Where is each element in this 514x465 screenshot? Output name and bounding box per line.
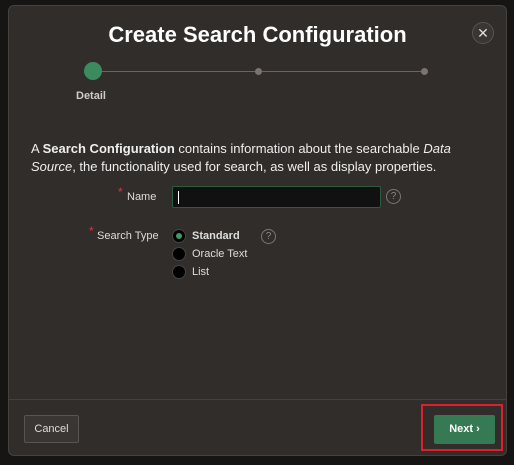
radio-label-list[interactable]: List <box>192 266 209 278</box>
wizard-step-label: Detail <box>76 90 106 102</box>
wizard-step-3-dot <box>421 68 428 75</box>
wizard-step-2-dot <box>255 68 262 75</box>
text-caret <box>178 191 179 204</box>
radio-standard[interactable] <box>172 229 186 243</box>
name-input[interactable] <box>172 186 381 208</box>
desc-bold: Search Configuration <box>42 141 175 156</box>
required-marker: * <box>89 224 94 238</box>
dialog-title: Create Search Configuration <box>108 22 407 47</box>
highlight-box <box>421 404 503 451</box>
name-label: Name <box>127 191 157 203</box>
help-icon[interactable]: ? <box>386 189 401 204</box>
radio-label-oracle-text[interactable]: Oracle Text <box>192 248 247 260</box>
desc-text: contains information about the searchabl… <box>174 141 424 156</box>
radio-label-standard[interactable]: Standard <box>192 230 240 242</box>
wizard-step-detail-dot <box>84 62 102 80</box>
radio-oracle-text[interactable] <box>172 247 186 261</box>
create-search-config-dialog: Create Search Configuration ✕ Detail A S… <box>8 5 507 456</box>
footer-divider <box>9 399 506 400</box>
required-marker: * <box>118 185 123 199</box>
cancel-button[interactable]: Cancel <box>24 415 79 443</box>
help-icon[interactable]: ? <box>261 229 276 244</box>
desc-text: , the functionality used for search, as … <box>72 159 437 174</box>
search-type-label: Search Type <box>97 230 159 242</box>
close-icon[interactable]: ✕ <box>472 22 494 44</box>
desc-text: A <box>31 141 43 156</box>
radio-list[interactable] <box>172 265 186 279</box>
description: A Search Configuration contains informat… <box>31 140 491 176</box>
